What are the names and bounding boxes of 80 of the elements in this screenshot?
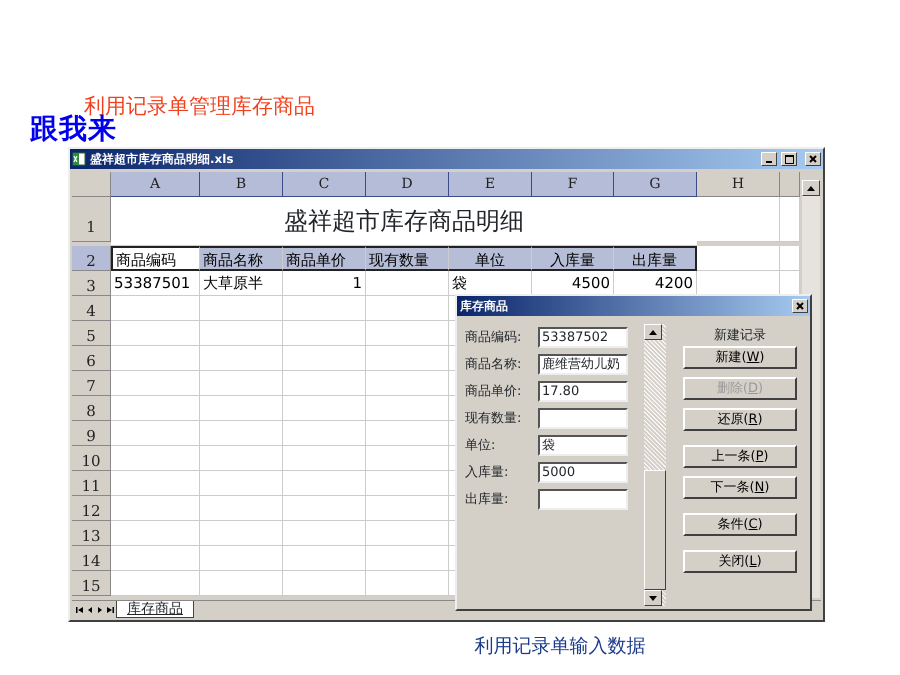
field-label: 商品单价: [465,382,522,401]
form-button[interactable]: 条件(C) [683,513,797,536]
field-label: 现有数量: [465,410,522,428]
field-label: 入库量: [465,464,510,482]
table-cell: 商品单价 [283,246,366,271]
column-header[interactable]: E [449,172,532,197]
row-header[interactable]: 13 [72,521,111,546]
column-header[interactable]: F [532,172,614,197]
input-field[interactable]: 袋 [538,435,628,456]
form-button[interactable]: 还原(R) [683,408,797,431]
record-status: 新建记录 [714,327,766,345]
corner-cell[interactable] [72,172,111,197]
input-field[interactable]: 鹿维营幼儿奶 [538,354,628,375]
row-header[interactable]: 4 [72,296,111,321]
row-header[interactable]: 11 [72,471,111,496]
table-cell [780,197,800,242]
row-header[interactable]: 10 [72,446,111,471]
column-header[interactable]: D [366,172,449,197]
previous-sheet-icon [86,606,94,614]
record-scrollbar[interactable] [644,324,666,606]
input-field[interactable]: 53387502 [538,327,628,348]
table-cell: 大草原半 [200,271,283,296]
input-field[interactable]: 17.80 [538,381,628,402]
input-field[interactable] [538,408,628,429]
sheet-title: 盛祥超市库存商品明细 [111,197,697,246]
maximize-button[interactable] [781,152,797,166]
row-header[interactable]: 1 [72,197,111,242]
form-button[interactable]: 下一条(N) [683,476,797,499]
table-cell: 现有数量 [366,246,449,271]
table-cell: 入库量 [532,246,614,271]
form-button[interactable]: 上一条(P) [683,445,797,468]
row-header[interactable]: 9 [72,421,111,446]
input-field[interactable]: 5000 [538,462,628,483]
dialog-title: 库存商品 [460,298,508,315]
next-sheet-icon [96,606,104,614]
spreadsheet-icon [72,152,86,166]
row-header[interactable]: 14 [72,546,111,571]
close-button[interactable] [792,299,808,313]
row-header[interactable]: 8 [72,396,111,421]
row-header[interactable]: 2 [72,246,111,271]
field-label: 商品编码: [465,328,522,347]
row-header[interactable]: 3 [72,271,111,296]
column-header[interactable]: B [200,172,283,197]
field-label: 出库量: [465,490,510,509]
column-header[interactable]: C [283,172,366,197]
close-icon [796,302,804,310]
table-cell: 商品名称 [200,246,283,271]
window-title: 盛祥超市库存商品明细.xls [90,151,234,168]
table-cell [780,246,800,271]
table-cell: 商品编码 [111,246,200,271]
minimize-button[interactable] [761,152,777,166]
row-header[interactable]: 12 [72,496,111,521]
scroll-up-icon [807,186,815,190]
row-header[interactable]: 7 [72,371,111,396]
last-sheet-icon [106,606,114,614]
row-header[interactable]: 15 [72,571,111,596]
table-cell: 出库量 [614,246,697,271]
column-header[interactable]: G [614,172,697,197]
slide-caption: 利用记录单输入数据 [474,634,646,659]
scroll-up-icon [649,330,657,334]
field-label: 商品名称: [465,356,522,374]
row-header[interactable]: 5 [72,321,111,346]
column-header[interactable]: A [111,172,200,197]
form-button[interactable]: 新建(W) [683,346,797,369]
form-button[interactable]: 关闭(L) [683,550,797,573]
row-header[interactable]: 6 [72,346,111,371]
close-icon [809,155,817,163]
table-cell: 袋 [449,271,532,296]
table-cell: 53387501 [111,271,200,296]
column-header[interactable]: H [697,172,780,197]
sheet-tab[interactable]: 库存商品 [116,601,194,618]
table-cell: 4500 [532,271,614,296]
first-sheet-icon [76,606,84,614]
maximize-icon [784,154,794,164]
field-label: 单位: [465,436,496,455]
table-cell: 1 [283,271,366,296]
close-button[interactable] [805,152,821,166]
table-cell: 单位 [449,246,532,271]
input-field[interactable] [538,489,628,510]
table-cell: 4200 [614,271,697,296]
